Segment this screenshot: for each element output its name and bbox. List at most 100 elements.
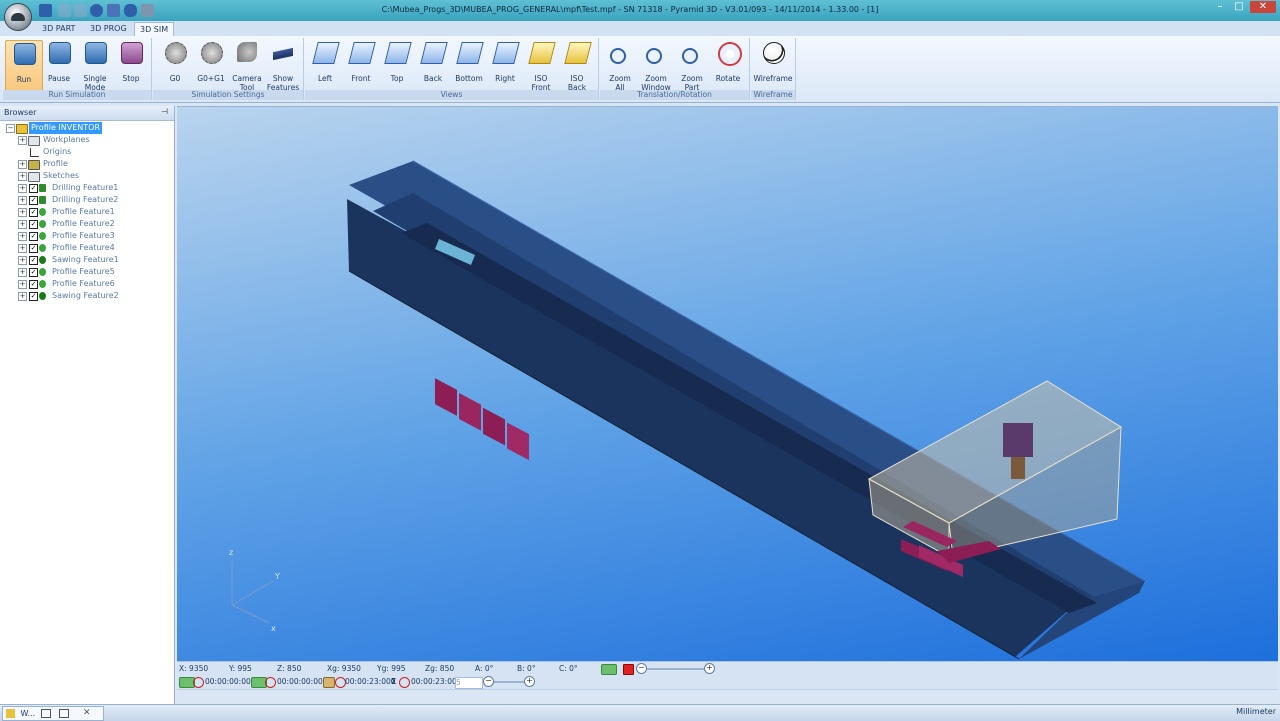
tree-item-profile-feature2[interactable]: + ✓ Profile Feature2 — [0, 218, 170, 230]
iso-back-button[interactable]: ISO Back — [559, 40, 595, 92]
redo-icon[interactable] — [74, 4, 87, 17]
ribbon: Run Pause Single Mode Stop Run Simulatio… — [0, 36, 1280, 103]
save-icon[interactable] — [39, 4, 52, 17]
expand-icon[interactable]: + — [18, 160, 27, 169]
visibility-checkbox[interactable]: ✓ — [29, 208, 38, 217]
tree-item-workplanes[interactable]: + Workplanes — [0, 134, 170, 146]
tree-item-drilling-feature1[interactable]: + ✓ Drilling Feature1 — [0, 182, 170, 194]
g0-g1-button[interactable]: G0+G1 — [193, 40, 229, 90]
email-icon[interactable] — [107, 4, 120, 17]
expand-icon[interactable]: + — [18, 268, 27, 277]
coord-c: C: 0° — [559, 664, 578, 673]
speed-minus-button[interactable]: − — [636, 663, 647, 674]
timeline-minus-button[interactable]: − — [483, 676, 494, 687]
expand-icon[interactable]: + — [18, 232, 27, 241]
camera-tool-icon — [237, 42, 257, 62]
visibility-checkbox[interactable]: ✓ — [29, 280, 38, 289]
3d-viewport[interactable]: z Y x — [177, 106, 1278, 661]
speed-plus-button[interactable]: + — [704, 663, 715, 674]
tree-item-sawing-feature2[interactable]: + ✓ Sawing Feature2 — [0, 290, 170, 302]
expand-icon[interactable]: + — [18, 244, 27, 253]
wireframe-button[interactable]: Wireframe — [753, 40, 793, 90]
print-icon[interactable] — [141, 4, 154, 17]
g0-button[interactable]: G0 — [157, 40, 193, 90]
expand-icon[interactable]: + — [18, 208, 27, 217]
visibility-checkbox[interactable]: ✓ — [29, 184, 38, 193]
tab-3d-prog[interactable]: 3D PROG — [85, 22, 132, 35]
tree-item-profile-feature5[interactable]: + ✓ Profile Feature5 — [0, 266, 170, 278]
tree-item-sketches[interactable]: + Sketches — [0, 170, 170, 182]
speed-input[interactable]: 5 — [455, 677, 483, 689]
visibility-checkbox[interactable]: ✓ — [29, 232, 38, 241]
tab-3d-part[interactable]: 3D PART — [37, 22, 80, 35]
close-icon[interactable]: ✕ — [83, 707, 91, 720]
view-top-button[interactable]: Top — [379, 40, 415, 90]
tree-item-profile-feature3[interactable]: + ✓ Profile Feature3 — [0, 230, 170, 242]
tree-item-profile-feature6[interactable]: + ✓ Profile Feature6 — [0, 278, 170, 290]
coord-b: B: 0° — [517, 664, 536, 673]
coord-a: A: 0° — [475, 664, 494, 673]
close-button[interactable]: ✕ — [1250, 1, 1276, 13]
visibility-checkbox[interactable]: ✓ — [29, 196, 38, 205]
iso-front-button[interactable]: ISO Front — [523, 40, 559, 92]
run-button[interactable]: Run — [5, 40, 43, 92]
coord-z: Z: 850 — [277, 664, 302, 673]
visibility-checkbox[interactable]: ✓ — [29, 220, 38, 229]
visibility-checkbox[interactable]: ✓ — [29, 244, 38, 253]
tree-item-origins[interactable]: Origins — [0, 146, 170, 158]
title-bar: C:\Mubea_Progs_3D\MUBEA_PROG_GENERAL\mpf… — [0, 0, 1280, 31]
wireframe-icon — [763, 42, 785, 64]
help-icon[interactable] — [90, 4, 103, 17]
rotate-button[interactable]: Rotate — [710, 40, 746, 90]
visibility-checkbox[interactable]: ✓ — [29, 256, 38, 265]
tree-item-profile[interactable]: + Profile — [0, 158, 170, 170]
view-front-button[interactable]: Front — [343, 40, 379, 90]
expand-icon[interactable]: + — [18, 292, 27, 301]
timeline-plus-button[interactable]: + — [524, 676, 535, 687]
expand-icon[interactable]: + — [18, 184, 27, 193]
coordinate-bar: X: 9350 Y: 995 Z: 850 Xg: 9350 Yg: 995 Z… — [177, 661, 1278, 676]
tree-item-profile-inventor[interactable]: − Profile INVENTOR — [0, 122, 170, 134]
expand-icon[interactable]: + — [18, 196, 27, 205]
pause-button[interactable]: Pause — [41, 40, 77, 90]
show-features-button[interactable]: Show Features — [265, 40, 301, 92]
view-left-button[interactable]: Left — [307, 40, 343, 90]
speed-slider-track[interactable] — [647, 668, 705, 670]
cut-time: 00:00:23:000 — [345, 677, 396, 686]
tab-3d-sim[interactable]: 3D SIM — [134, 22, 175, 36]
application-menu-button[interactable] — [4, 3, 32, 31]
zoom-part-button[interactable]: Zoom Part — [674, 40, 710, 92]
taskbar-window-item[interactable]: W... ✕ — [2, 706, 104, 721]
tree-item-profile-feature4[interactable]: + ✓ Profile Feature4 — [0, 242, 170, 254]
zoom-window-button[interactable]: Zoom Window — [638, 40, 674, 92]
pin-icon[interactable]: ⊣ — [161, 107, 168, 116]
tree-item-drilling-feature2[interactable]: + ✓ Drilling Feature2 — [0, 194, 170, 206]
tree-label: Profile — [43, 159, 68, 168]
expand-icon[interactable]: + — [18, 172, 27, 181]
expand-icon[interactable]: + — [18, 220, 27, 229]
timeline-slider-track[interactable] — [494, 681, 524, 683]
visibility-checkbox[interactable]: ✓ — [29, 268, 38, 277]
maximize-icon[interactable] — [59, 709, 69, 718]
view-bottom-button[interactable]: Bottom — [451, 40, 487, 90]
zoom-all-button[interactable]: Zoom All — [602, 40, 638, 92]
expand-icon[interactable]: + — [18, 136, 27, 145]
single-mode-button[interactable]: Single Mode — [77, 40, 113, 92]
tree-item-sawing-feature1[interactable]: + ✓ Sawing Feature1 — [0, 254, 170, 266]
view-bottom-icon — [456, 42, 484, 64]
camera-tool-button[interactable]: Camera Tool — [229, 40, 265, 92]
tree-item-profile-feature1[interactable]: + ✓ Profile Feature1 — [0, 206, 170, 218]
expand-icon[interactable]: + — [18, 256, 27, 265]
view-back-button[interactable]: Back — [415, 40, 451, 90]
view-right-button[interactable]: Right — [487, 40, 523, 90]
maximize-button[interactable]: □ — [1231, 1, 1247, 13]
expand-icon[interactable]: + — [18, 280, 27, 289]
restore-icon[interactable] — [41, 709, 51, 718]
undo-icon[interactable] — [58, 4, 71, 17]
collapse-icon[interactable]: − — [6, 124, 15, 133]
visibility-checkbox[interactable]: ✓ — [29, 292, 38, 301]
phone-icon[interactable] — [124, 4, 137, 17]
record-icon[interactable] — [623, 664, 634, 675]
minimize-button[interactable]: – — [1212, 1, 1228, 13]
stop-button[interactable]: Stop — [113, 40, 149, 90]
